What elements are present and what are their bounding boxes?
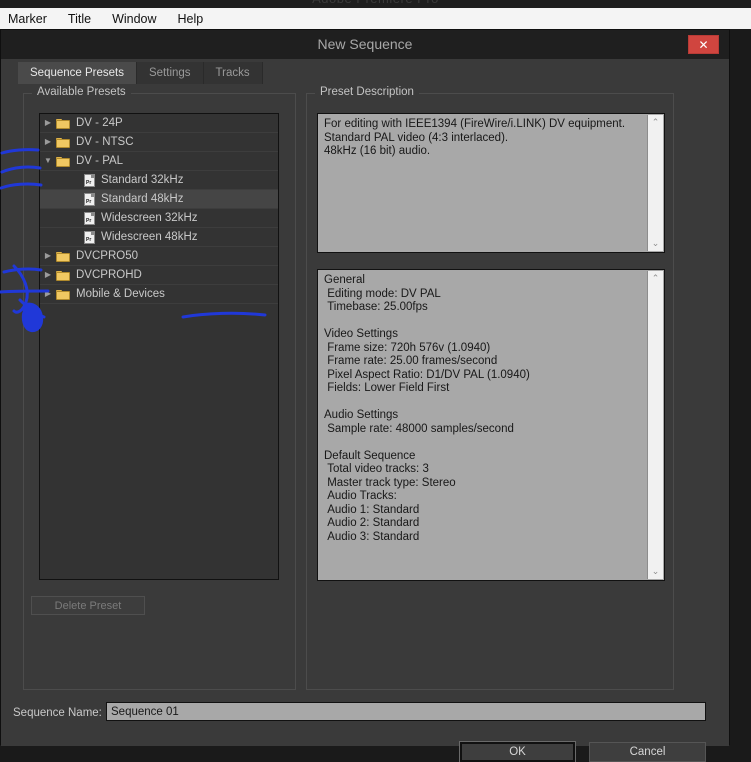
app-window-title: Adobe Premiere Pro [0, 0, 751, 6]
tree-row-label: DVCPRO50 [76, 250, 138, 262]
available-presets-panel: Available Presets ▶ DV - 24P ▶ DV - NTSC ▼ DV… [23, 86, 296, 690]
folder-icon [56, 270, 70, 281]
premiere-preset-file-icon: Pr [84, 192, 95, 206]
tree-row-label: Standard 48kHz [101, 193, 184, 205]
detail-scrollbar[interactable]: ⌃ ⌄ [647, 271, 663, 579]
preset-description-legend: Preset Description [315, 86, 419, 98]
sequence-name-input[interactable] [106, 702, 706, 721]
detail-scroll-down-icon[interactable]: ⌄ [648, 564, 663, 579]
tree-row[interactable]: Pr Standard 48kHz [40, 190, 278, 209]
tree-row-label: DVCPROHD [76, 269, 142, 281]
menu-item-help[interactable]: Help [178, 12, 214, 26]
tree-row[interactable]: ▶ DV - 24P [40, 114, 278, 133]
folder-icon [56, 156, 70, 167]
premiere-preset-file-icon: Pr [84, 230, 95, 244]
tree-row[interactable]: ▶ DVCPROHD [40, 266, 278, 285]
description-scrollbar[interactable]: ⌃ ⌄ [647, 115, 663, 251]
tab-sequence-presets[interactable]: Sequence Presets [18, 62, 137, 84]
premiere-preset-file-icon: Pr [84, 211, 95, 225]
chevron-right-icon[interactable]: ▶ [40, 138, 56, 146]
chevron-down-icon[interactable]: ▼ [40, 157, 56, 165]
tree-row-label: Widescreen 48kHz [101, 231, 198, 243]
tree-row[interactable]: ▶ DVCPRO50 [40, 247, 278, 266]
scroll-down-icon[interactable]: ⌄ [648, 236, 663, 251]
menu-item-title[interactable]: Title [68, 12, 101, 26]
available-presets-legend: Available Presets [32, 86, 131, 98]
delete-preset-button[interactable]: Delete Preset [31, 596, 145, 615]
tab-bar: Sequence Presets Settings Tracks [1, 59, 729, 84]
tree-row-label: Widescreen 32kHz [101, 212, 198, 224]
tree-row-label: DV - 24P [76, 117, 123, 129]
tree-row[interactable]: Pr Widescreen 48kHz [40, 228, 278, 247]
sequence-name-label: Sequence Name: [13, 707, 102, 719]
folder-icon [56, 251, 70, 262]
folder-icon [56, 289, 70, 300]
tree-row[interactable]: Pr Widescreen 32kHz [40, 209, 278, 228]
tree-row-label: Standard 32kHz [101, 174, 184, 186]
scroll-up-icon[interactable]: ⌃ [648, 115, 663, 130]
dialog-titlebar[interactable]: New Sequence ✕ [1, 30, 729, 59]
tab-tracks[interactable]: Tracks [203, 62, 263, 84]
sequence-name-row: Sequence Name: [1, 702, 729, 728]
detail-scroll-up-icon[interactable]: ⌃ [648, 271, 663, 286]
menu-item-window[interactable]: Window [112, 12, 166, 26]
new-sequence-dialog: New Sequence ✕ Sequence Presets Settings… [0, 29, 730, 762]
chevron-right-icon[interactable]: ▶ [40, 290, 56, 298]
dialog-body: Available Presets ▶ DV - 24P ▶ DV - NTSC ▼ DV… [1, 84, 729, 762]
app-window-title-strip: Adobe Premiere Pro [0, 0, 751, 8]
tree-row-label: DV - NTSC [76, 136, 134, 148]
tree-row[interactable]: Pr Standard 32kHz [40, 171, 278, 190]
preset-description-text: For editing with IEEE1394 (FireWire/i.LI… [324, 118, 626, 157]
folder-icon [56, 137, 70, 148]
screen-root: Adobe Premiere Pro Marker Title Window H… [0, 0, 751, 762]
folder-icon [56, 118, 70, 129]
tab-settings[interactable]: Settings [136, 62, 204, 84]
chevron-right-icon[interactable]: ▶ [40, 271, 56, 279]
menu-item-marker[interactable]: Marker [8, 12, 57, 26]
tree-row[interactable]: ▶ Mobile & Devices [40, 285, 278, 304]
tree-row[interactable]: ▶ DV - NTSC [40, 133, 278, 152]
tree-row-label: Mobile & Devices [76, 288, 165, 300]
preset-description-textarea: For editing with IEEE1394 (FireWire/i.LI… [317, 113, 665, 253]
preset-tree[interactable]: ▶ DV - 24P ▶ DV - NTSC ▼ DV - PAL Pr Standard 3… [39, 113, 279, 580]
preset-detail-textarea: General Editing mode: DV PAL Timebase: 2… [317, 269, 665, 581]
tree-row-label: DV - PAL [76, 155, 124, 167]
dialog-title: New Sequence [317, 36, 413, 52]
tree-row[interactable]: ▼ DV - PAL [40, 152, 278, 171]
preset-description-panel: Preset Description For editing with IEEE… [306, 86, 674, 690]
ok-button[interactable]: OK [459, 741, 576, 762]
preset-detail-text: General Editing mode: DV PAL Timebase: 2… [324, 274, 530, 543]
close-icon[interactable]: ✕ [688, 35, 719, 54]
premiere-preset-file-icon: Pr [84, 173, 95, 187]
chevron-right-icon[interactable]: ▶ [40, 252, 56, 260]
menu-bar: Marker Title Window Help [0, 8, 751, 29]
chevron-right-icon[interactable]: ▶ [40, 119, 56, 127]
cancel-button[interactable]: Cancel [589, 742, 706, 762]
